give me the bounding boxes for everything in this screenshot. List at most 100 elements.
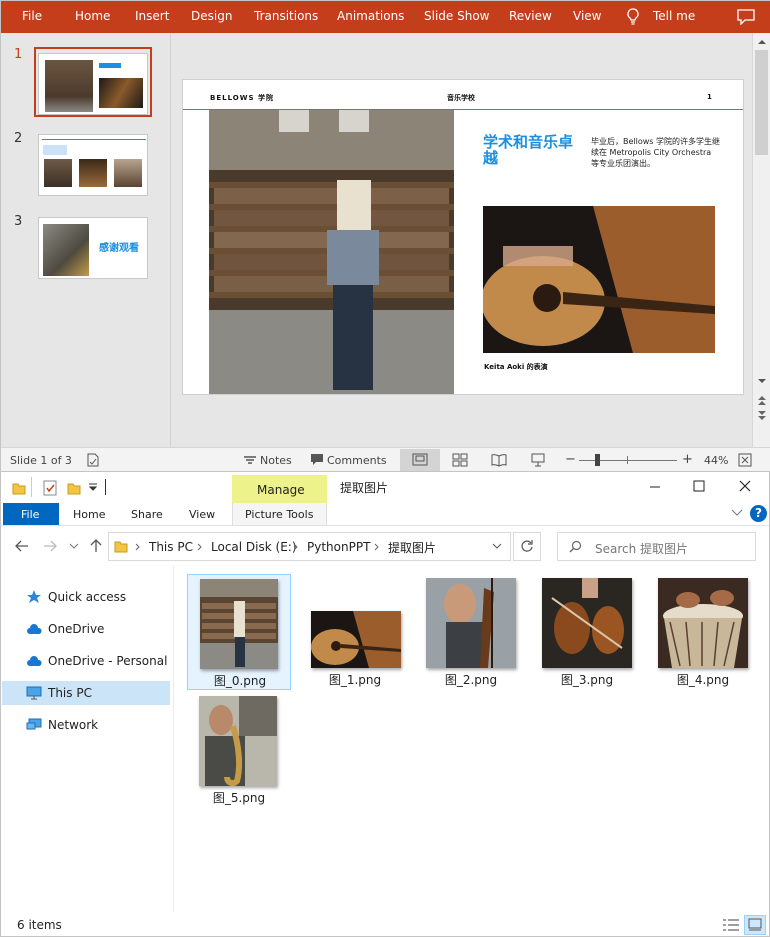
slide-photo-caption: Keita Aoki 的表演 [484, 363, 548, 371]
file-item-2[interactable]: 图_2.png [419, 574, 523, 690]
expand-ribbon-icon[interactable] [731, 509, 743, 517]
slide-brand: BELLOWS 学院 [210, 94, 274, 102]
slide-page-number: 1 [707, 93, 712, 101]
breadcrumb-current-folder[interactable]: 提取图片 [388, 539, 436, 556]
forward-arrow-icon[interactable] [43, 540, 57, 552]
scroll-up-arrow-icon[interactable] [756, 37, 768, 47]
slide-vertical-scrollbar[interactable] [752, 33, 770, 447]
breadcrumb-local-disk[interactable]: Local Disk (E:) [211, 540, 297, 554]
zoom-slider-thumb[interactable] [595, 454, 600, 466]
comment-bubble-icon[interactable] [310, 453, 324, 466]
reading-view-icon[interactable] [491, 453, 507, 467]
navigation-pane: Quick access OneDrive OneDrive - Persona… [2, 571, 172, 911]
menu-insert[interactable]: Insert [135, 9, 169, 23]
menu-slide-show[interactable]: Slide Show [424, 9, 489, 23]
slide-title: 学术和音乐卓越 [483, 133, 574, 167]
breadcrumb-chevron-icon[interactable] [197, 543, 203, 551]
address-history-icon[interactable] [492, 543, 502, 549]
cello-thumb-image [426, 578, 516, 668]
ppt-status-bar: Slide 1 of 3 Notes Comments − + 44% [1, 447, 770, 472]
scroll-down-arrow-icon[interactable] [756, 376, 768, 386]
file-item-5[interactable]: 图_5.png [187, 692, 291, 808]
slideshow-view-icon[interactable] [530, 453, 546, 467]
share-tab[interactable]: Share [131, 508, 163, 521]
breadcrumb-chevron-icon[interactable] [135, 543, 141, 551]
zoom-slider[interactable] [579, 460, 677, 461]
qat-divider [31, 477, 32, 497]
slide-thumbnail-3[interactable]: 感谢观看 [38, 217, 148, 279]
file-tab[interactable]: File [21, 508, 39, 521]
home-tab[interactable]: Home [73, 508, 105, 521]
thumb3-sax-photo [43, 224, 89, 276]
next-slide-icon[interactable] [756, 410, 768, 422]
up-arrow-icon[interactable] [90, 539, 102, 553]
maximize-icon[interactable] [693, 480, 705, 492]
menu-file[interactable]: File [22, 9, 42, 23]
breadcrumb-chevron-icon[interactable] [293, 543, 299, 551]
slide-thumbnail-pane: 1 2 3 感谢观看 [1, 33, 171, 447]
thumb3-title: 感谢观看 [99, 243, 139, 254]
nav-onedrive-personal[interactable]: OneDrive - Personal [2, 649, 170, 673]
menu-review[interactable]: Review [509, 9, 552, 23]
menu-animations[interactable]: Animations [337, 9, 404, 23]
file-item-0[interactable]: 图_0.png [187, 574, 291, 690]
ribbon-divider [1, 525, 769, 526]
details-view-icon[interactable] [722, 918, 740, 932]
slide-thumbnail-2[interactable] [38, 134, 148, 196]
view-tab[interactable]: View [189, 508, 215, 521]
nav-network[interactable]: Network [2, 713, 170, 737]
close-icon[interactable] [739, 480, 751, 492]
breadcrumb-chevron-icon[interactable] [374, 543, 380, 551]
scroll-thumb[interactable] [755, 50, 768, 155]
breadcrumb-pythonppt[interactable]: PythonPPT [307, 540, 370, 554]
spell-check-icon[interactable] [86, 453, 100, 467]
picture-tools-tab[interactable]: Picture Tools [245, 508, 313, 521]
normal-view-icon[interactable] [412, 453, 428, 466]
back-arrow-icon[interactable] [15, 540, 29, 552]
manage-tab[interactable]: Manage [257, 483, 305, 497]
tell-me-search[interactable]: Tell me [653, 9, 695, 23]
thumb2-photo-3 [114, 159, 142, 187]
guitar-photo-image [483, 206, 715, 353]
zoom-in-button[interactable]: + [682, 452, 693, 467]
notes-icon[interactable] [243, 454, 257, 466]
file-item-4[interactable]: 图_4.png [651, 574, 755, 690]
comments-icon[interactable] [737, 9, 755, 25]
help-label: ? [755, 506, 762, 520]
notes-button[interactable]: Notes [260, 454, 292, 467]
zoom-slider-midmark [627, 456, 628, 464]
recent-locations-icon[interactable] [69, 543, 79, 549]
fit-to-window-icon[interactable] [738, 453, 752, 467]
properties-check-icon[interactable] [43, 479, 58, 496]
thumb1-title [99, 63, 121, 68]
slide-sorter-icon[interactable] [452, 453, 468, 467]
menu-transitions[interactable]: Transitions [254, 9, 318, 23]
zoom-level[interactable]: 44% [704, 454, 728, 467]
comments-button[interactable]: Comments [327, 454, 387, 467]
large-icons-view-icon[interactable] [748, 918, 762, 932]
file-item-3[interactable]: 图_3.png [535, 574, 639, 690]
menu-design[interactable]: Design [191, 9, 232, 23]
file-thumbnail-library [200, 579, 278, 669]
customize-qat-icon[interactable] [88, 482, 98, 492]
menu-view[interactable]: View [573, 9, 601, 23]
menu-home[interactable]: Home [75, 9, 110, 23]
zoom-out-button[interactable]: − [565, 452, 576, 467]
nav-this-pc[interactable]: This PC [2, 681, 170, 705]
file-item-1[interactable]: 图_1.png [303, 574, 407, 690]
violin-thumb-image [542, 578, 632, 668]
nav-onedrive[interactable]: OneDrive [2, 617, 170, 641]
minimize-icon[interactable] [649, 485, 661, 489]
library-photo-image [209, 110, 454, 394]
new-folder-icon[interactable] [67, 481, 81, 495]
refresh-icon[interactable] [520, 539, 534, 553]
current-slide[interactable]: BELLOWS 学院 音乐学校 1 学术和音乐卓越 毕业后，Bellows 学院… [182, 79, 744, 395]
nav-quick-access[interactable]: Quick access [2, 585, 170, 609]
breadcrumb-this-pc[interactable]: This PC [149, 540, 193, 554]
star-icon [27, 590, 41, 603]
computer-icon [26, 686, 42, 700]
qat-separator [105, 479, 106, 495]
previous-slide-icon[interactable] [756, 394, 768, 406]
cloud-icon [27, 624, 42, 634]
slide-thumbnail-1[interactable] [38, 53, 148, 115]
